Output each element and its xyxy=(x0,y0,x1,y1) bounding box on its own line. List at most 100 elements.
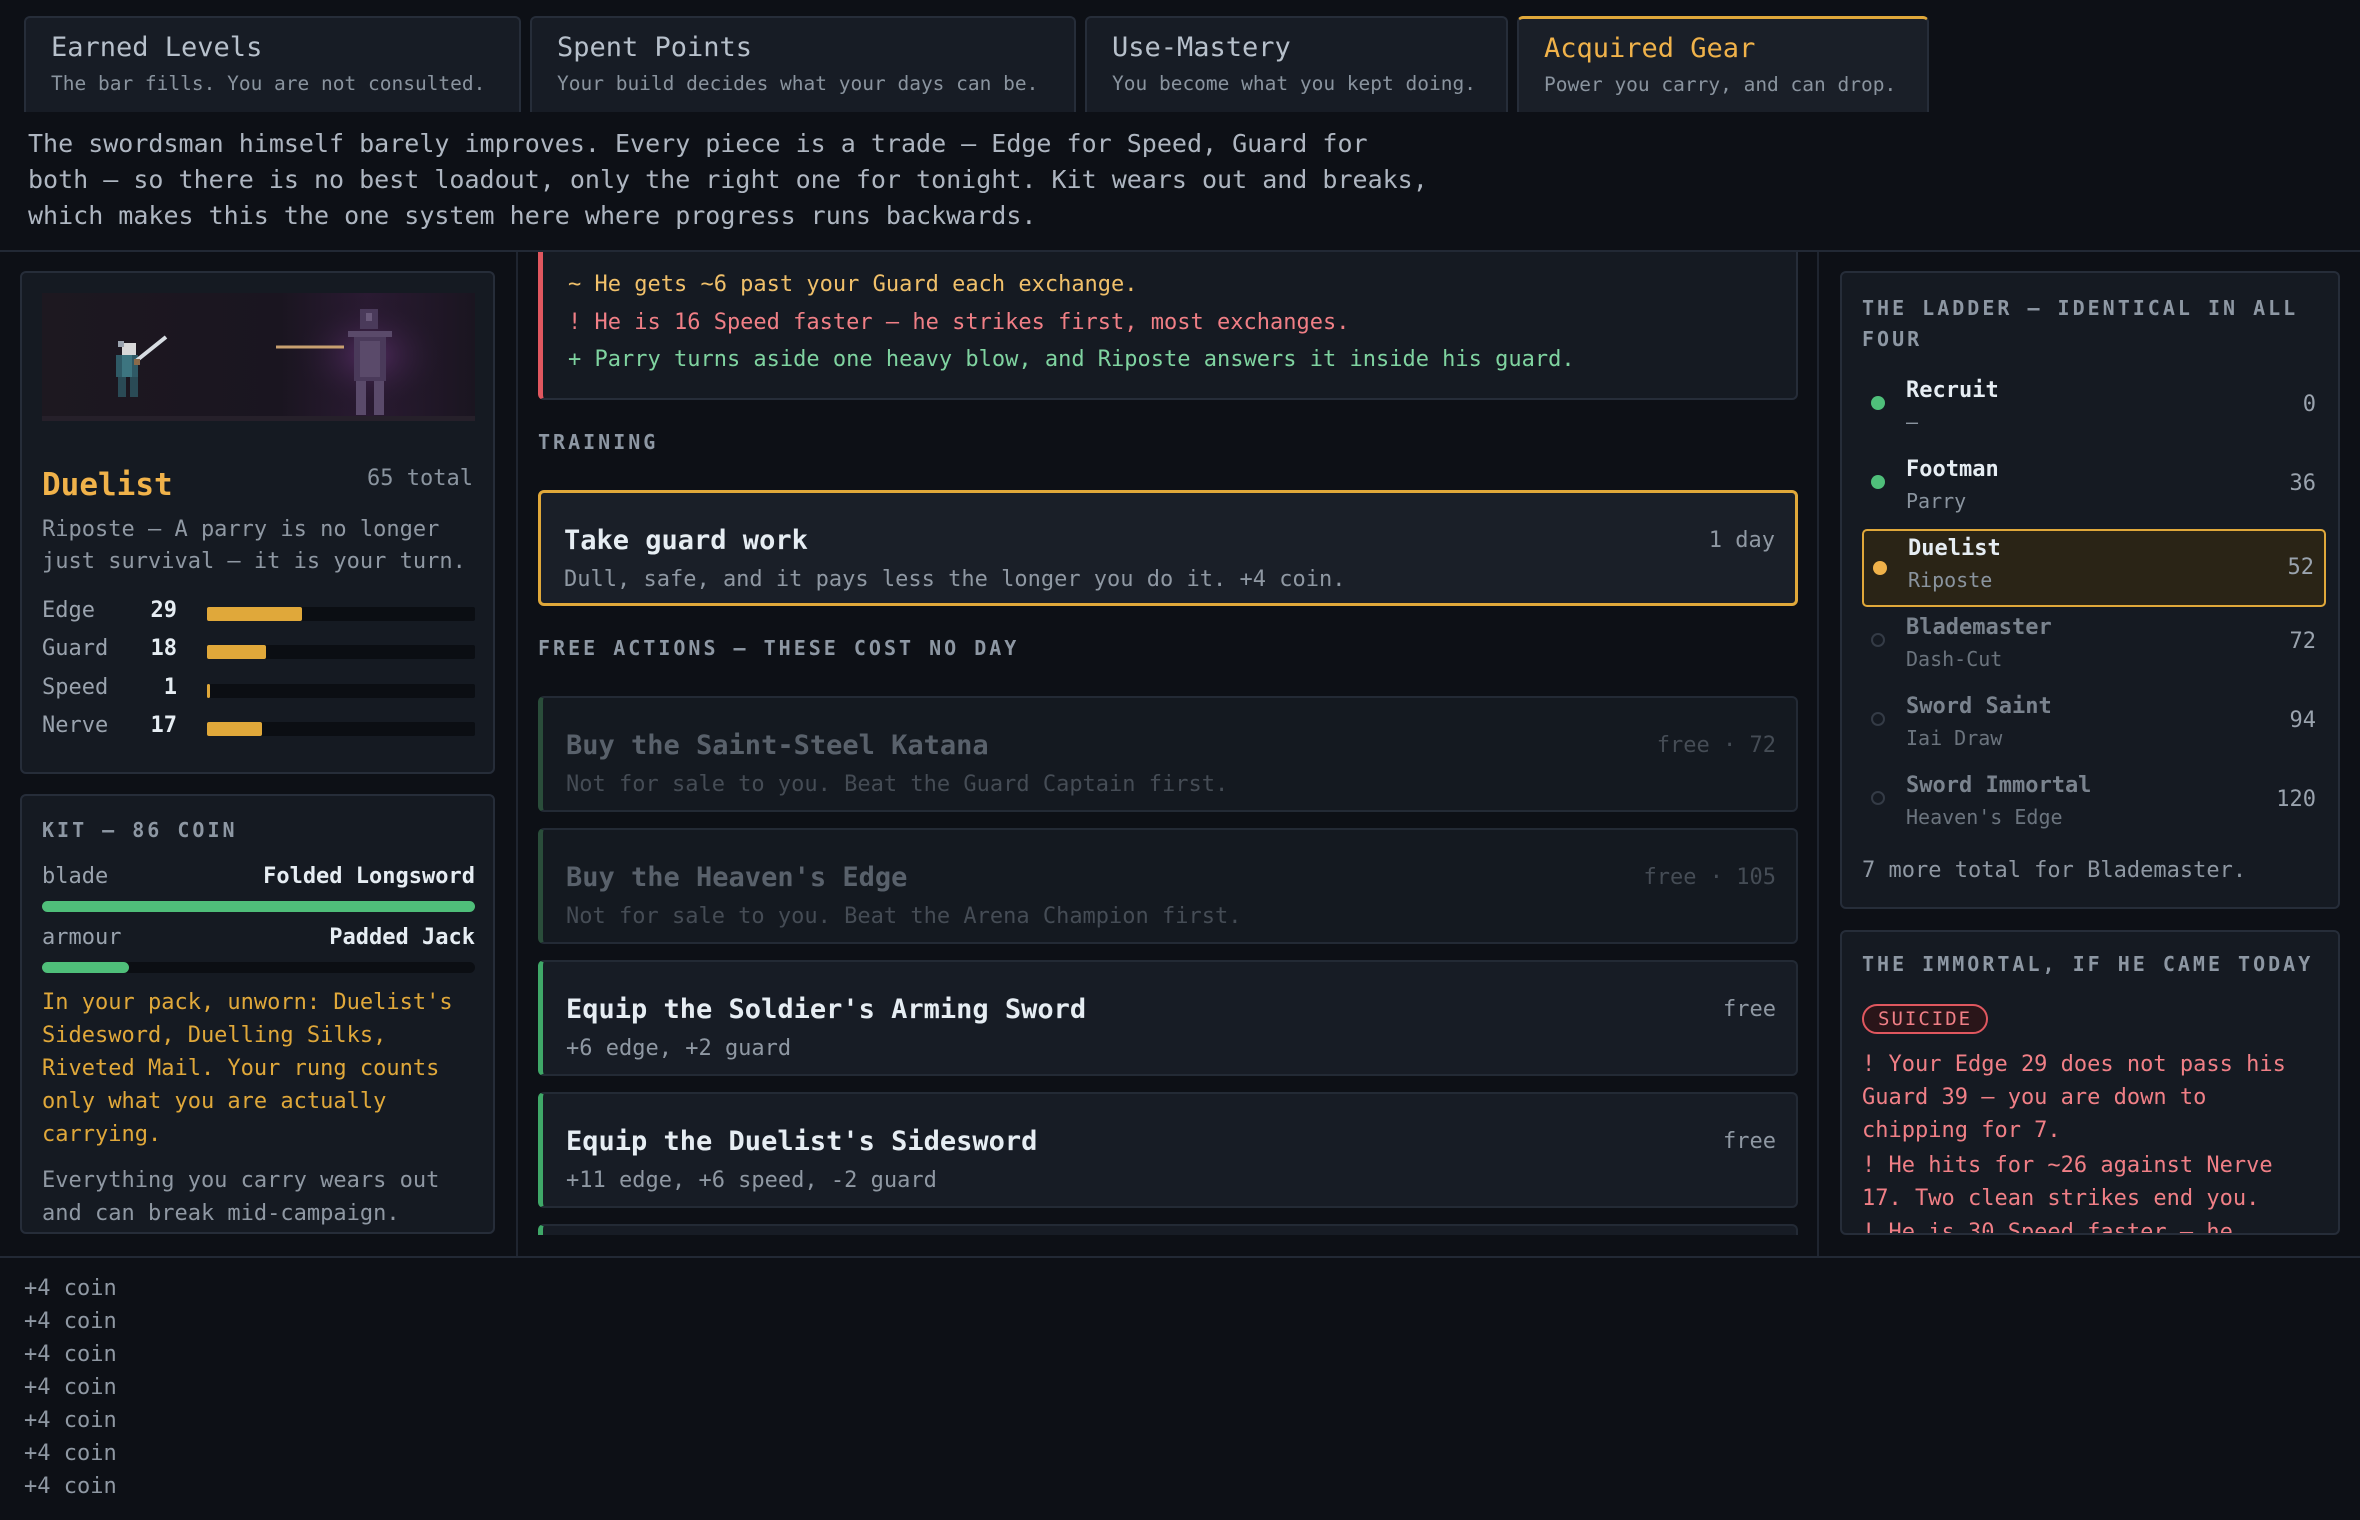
slot-item: Folded Longsword xyxy=(263,864,475,889)
action-name: Buy the Saint-Steel Katana xyxy=(566,730,989,761)
stat-speed: Speed 1 xyxy=(42,675,475,701)
tab-subtitle: Power you carry, and can drop. xyxy=(1544,73,1897,96)
threat-line: ~ He gets ~6 past your Guard each exchan… xyxy=(568,272,1138,297)
tab-title: Acquired Gear xyxy=(1544,33,1756,64)
log-entry: +4 coin xyxy=(24,1276,117,1301)
stat-bar xyxy=(207,645,475,659)
action-desc: Not for sale to you. Beat the Guard Capt… xyxy=(566,772,1229,797)
hero-skill-desc: Riposte — A parry is no longer just surv… xyxy=(42,517,466,574)
free-actions-heading: FREE ACTIONS — THESE COST NO DAY xyxy=(538,636,1020,660)
hero-total: 65 total xyxy=(367,466,473,491)
stat-label: Edge xyxy=(42,598,95,623)
rung-threshold: 72 xyxy=(2289,629,2317,654)
rung-threshold: 94 xyxy=(2289,708,2317,733)
pack-warning: In your pack, unworn: Duelist's Sideswor… xyxy=(42,990,453,1147)
column-divider xyxy=(516,252,518,1258)
action-desc: +11 edge, +6 speed, -2 guard xyxy=(566,1168,937,1193)
kit-title: KIT — 86 COIN xyxy=(42,818,238,842)
action-cost: free xyxy=(1723,1129,1776,1154)
tab-acquired-gear[interactable]: Acquired Gear Power you carry, and can d… xyxy=(1517,16,1929,112)
equip-arming-sword-button[interactable]: Equip the Soldier's Arming Sword free +6… xyxy=(538,960,1798,1076)
rung-sword-saint: Sword Saint Iai Draw 94 xyxy=(1862,689,2326,750)
action-desc: Dull, safe, and it pays less the longer … xyxy=(564,567,1346,592)
stat-bar xyxy=(207,607,475,621)
tab-title: Spent Points xyxy=(557,32,753,63)
rung-name: Footman xyxy=(1906,457,1999,482)
rung-threshold: 52 xyxy=(2287,555,2315,580)
rung-skill: Heaven's Edge xyxy=(1906,805,2063,829)
action-name: Buy the Heaven's Edge xyxy=(566,862,908,893)
stat-fill xyxy=(207,607,303,621)
rung-skill: Parry xyxy=(1906,489,1967,513)
log-entry: +4 coin xyxy=(24,1474,117,1499)
column-divider xyxy=(1817,252,1819,1258)
log-entry: +4 coin xyxy=(24,1408,117,1433)
duel-scene-art xyxy=(116,295,450,415)
buy-heavens-edge-button[interactable]: Buy the Heaven's Edge free · 105 Not for… xyxy=(538,828,1798,944)
take-guard-work-button[interactable]: Take guard work 1 day Dull, safe, and it… xyxy=(538,490,1798,606)
rung-skill: — xyxy=(1906,410,1919,434)
rung-duelist: Duelist Riposte 52 xyxy=(1862,529,2326,607)
condition-fill xyxy=(42,962,129,973)
verdict-badge: SUICIDE xyxy=(1862,1004,1989,1034)
rung-recruit: Recruit — 0 xyxy=(1862,373,2326,434)
hero-panel: Duelist 65 total Riposte — A parry is no… xyxy=(20,271,495,774)
forecast-line: ! He hits for ~26 against Nerve 17. Two … xyxy=(1862,1153,2273,1211)
event-log: +4 coin +4 coin +4 coin +4 coin +4 coin … xyxy=(24,1272,624,1503)
hero-rank: Duelist xyxy=(42,467,173,503)
stat-value: 18 xyxy=(150,636,178,661)
action-name: Equip the Soldier's Arming Sword xyxy=(566,994,1087,1025)
action-cost: 1 day xyxy=(1708,528,1775,553)
rung-status-icon xyxy=(1871,791,1885,805)
action-cost: free · 105 xyxy=(1643,865,1776,890)
rung-skill: Dash-Cut xyxy=(1906,647,2003,671)
action-column: ~ He gets ~6 past your Guard each exchan… xyxy=(538,252,1798,1235)
action-name: Equip the Duelist's Sidesword xyxy=(566,1126,1038,1157)
immortal-forecast-panel: THE IMMORTAL, IF HE CAME TODAY SUICIDE !… xyxy=(1840,930,2340,1235)
tab-use-mastery[interactable]: Use-Mastery You become what you kept doi… xyxy=(1085,16,1508,112)
condition-bar xyxy=(42,962,475,973)
condition-fill xyxy=(42,901,475,912)
stat-value: 17 xyxy=(150,713,178,738)
action-name: Take guard work xyxy=(564,525,808,556)
equip-duelists-sidesword-button[interactable]: Equip the Duelist's Sidesword free +11 e… xyxy=(538,1092,1798,1208)
next-action-button[interactable] xyxy=(538,1224,1798,1235)
rung-threshold: 120 xyxy=(2276,787,2316,812)
threat-line: + Parry turns aside one heavy blow, and … xyxy=(568,347,1575,372)
rung-status-icon xyxy=(1873,561,1887,575)
next-rung-note: 7 more total for Blademaster. xyxy=(1862,858,2247,883)
slot-label: blade xyxy=(42,864,109,889)
stat-fill xyxy=(207,722,262,736)
kit-panel: KIT — 86 COIN blade Folded Longsword arm… xyxy=(20,794,495,1234)
training-heading: TRAINING xyxy=(538,430,659,454)
tab-subtitle: Your build decides what your days can be… xyxy=(557,72,1039,95)
stat-fill xyxy=(207,645,266,659)
stat-nerve: Nerve 17 xyxy=(42,713,475,739)
rung-footman: Footman Parry 36 xyxy=(1862,452,2326,513)
buy-saint-steel-katana-button[interactable]: Buy the Saint-Steel Katana free · 72 Not… xyxy=(538,696,1798,812)
tab-subtitle: The bar fills. You are not consulted. xyxy=(51,72,486,95)
rung-name: Sword Saint xyxy=(1906,694,2052,719)
rung-threshold: 0 xyxy=(2302,392,2316,417)
rung-name: Blademaster xyxy=(1906,615,2052,640)
forecast-line: ! Your Edge 29 does not pass his Guard 3… xyxy=(1862,1052,2286,1143)
forecast-title: THE IMMORTAL, IF HE CAME TODAY xyxy=(1862,952,2314,976)
tab-earned-levels[interactable]: Earned Levels The bar fills. You are not… xyxy=(24,16,521,112)
action-cost: free xyxy=(1723,997,1776,1022)
stat-bar xyxy=(207,684,475,698)
stat-guard: Guard 18 xyxy=(42,636,475,662)
rung-skill: Riposte xyxy=(1908,568,1993,592)
slot-item: Padded Jack xyxy=(329,925,475,950)
tab-spent-points[interactable]: Spent Points Your build decides what you… xyxy=(530,16,1076,112)
tab-subtitle: You become what you kept doing. xyxy=(1112,72,1476,95)
log-divider xyxy=(0,1256,2360,1258)
threat-line: ! He is 16 Speed faster — he strikes fir… xyxy=(568,310,1350,335)
mode-tabs: Earned Levels The bar fills. You are not… xyxy=(24,16,1929,112)
rung-sword-immortal: Sword Immortal Heaven's Edge 120 xyxy=(1862,768,2326,829)
forecast-line: ! He is 30 Speed faster — he xyxy=(1862,1220,2233,1235)
log-entry: +4 coin xyxy=(24,1375,117,1400)
player-swordsman-icon xyxy=(116,335,168,397)
rung-status-icon xyxy=(1871,475,1885,489)
tab-title: Earned Levels xyxy=(51,32,263,63)
action-cost: free · 72 xyxy=(1656,733,1776,758)
